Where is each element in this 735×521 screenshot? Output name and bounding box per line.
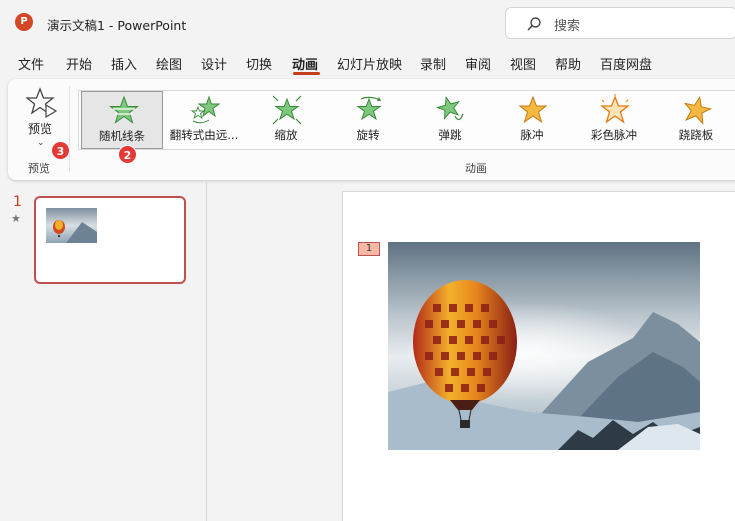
- tab-design[interactable]: 设计: [201, 54, 227, 73]
- tab-draw[interactable]: 绘图: [156, 54, 182, 73]
- tab-animations[interactable]: 动画: [292, 54, 318, 73]
- zoom-star-icon: [272, 95, 302, 125]
- flip-star-icon: [190, 95, 221, 124]
- tab-record[interactable]: 录制: [420, 54, 446, 73]
- preview-star-icon: [26, 87, 58, 119]
- tab-home[interactable]: 开始: [66, 54, 92, 73]
- search-input[interactable]: 搜索: [505, 7, 735, 39]
- menu-bar: 文件 开始 插入 绘图 设计 切换 动画 幻灯片放映 录制 审阅 视图 帮助 百…: [0, 50, 735, 76]
- tab-insert[interactable]: 插入: [111, 54, 137, 73]
- document-title: 演示文稿1 - PowerPoint: [47, 18, 187, 33]
- pulse-star-icon: [518, 95, 548, 124]
- teeter-star-icon: [683, 95, 713, 125]
- tab-review[interactable]: 审阅: [465, 54, 491, 73]
- pane-divider[interactable]: [206, 182, 207, 521]
- tab-transitions[interactable]: 切换: [246, 54, 272, 73]
- animation-group-label: 动画: [465, 162, 487, 175]
- animation-label: 旋转: [356, 128, 380, 142]
- tab-help[interactable]: 帮助: [555, 54, 581, 73]
- preview-label: 预览: [28, 122, 53, 136]
- animation-label: 翻转式由远...: [169, 128, 239, 142]
- bounce-star-icon: [435, 95, 464, 121]
- ribbon-separator: [69, 86, 70, 172]
- step-badge-2: 2: [118, 145, 137, 164]
- tab-slideshow[interactable]: 幻灯片放映: [337, 54, 402, 73]
- preview-group-label: 预览: [28, 162, 50, 175]
- powerpoint-logo-icon: P: [15, 13, 33, 31]
- animation-random-bars[interactable]: 随机线条: [81, 91, 163, 149]
- animation-label: 脉冲: [520, 128, 544, 142]
- animation-order-tag[interactable]: 1: [358, 242, 380, 256]
- tab-baidu-netdisk[interactable]: 百度网盘: [600, 54, 652, 73]
- animation-flip-in[interactable]: 翻转式由远...: [163, 91, 245, 149]
- animation-indicator-icon: ★: [11, 212, 21, 225]
- slide-number: 1: [13, 194, 22, 210]
- chevron-down-icon[interactable]: ⌄: [37, 138, 45, 148]
- thumbnail-image: [46, 208, 97, 243]
- title-bar: P 演示文稿1 - PowerPoint 搜索: [0, 0, 735, 46]
- animation-label: 彩色脉冲: [591, 128, 637, 142]
- search-placeholder: 搜索: [554, 19, 581, 34]
- color-pulse-star-icon: [600, 94, 630, 124]
- random-bars-star-icon: [109, 95, 139, 124]
- animation-zoom[interactable]: 缩放: [245, 91, 327, 149]
- animation-color-pulse[interactable]: 彩色脉冲: [573, 91, 655, 149]
- animation-label: 跷跷板: [678, 128, 714, 142]
- animation-spin[interactable]: 旋转: [327, 91, 409, 149]
- tab-view[interactable]: 视图: [510, 54, 536, 73]
- animation-bounce[interactable]: 弹跳: [409, 91, 491, 149]
- animation-teeter[interactable]: 跷跷板: [655, 91, 735, 149]
- search-icon: [527, 17, 541, 31]
- active-tab-indicator: [293, 72, 320, 75]
- tab-file[interactable]: 文件: [18, 54, 44, 73]
- animation-pulse[interactable]: 脉冲: [491, 91, 573, 149]
- animation-label: 随机线条: [99, 129, 145, 143]
- spin-star-icon: [356, 96, 382, 121]
- animation-label: 缩放: [274, 128, 298, 142]
- step-badge-3: 3: [51, 141, 70, 160]
- hot-air-balloon-photo[interactable]: [388, 242, 700, 450]
- animation-label: 弹跳: [438, 128, 462, 142]
